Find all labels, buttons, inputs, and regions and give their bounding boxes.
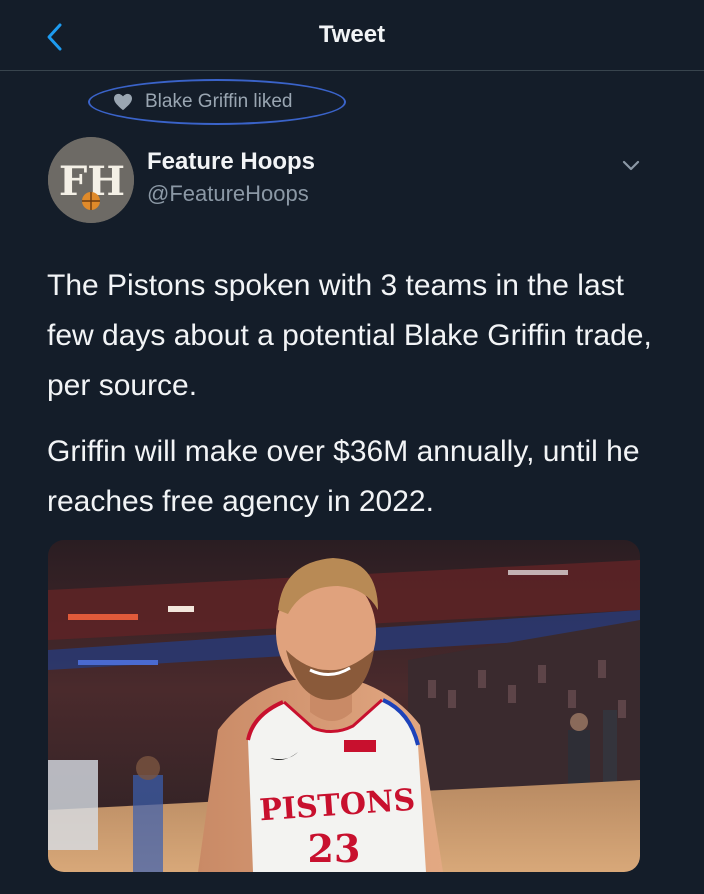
avatar[interactable]: FH bbox=[48, 137, 134, 223]
feature-hoops-logo: FH bbox=[48, 137, 134, 223]
tweet-paragraph: The Pistons spoken with 3 teams in the l… bbox=[47, 269, 652, 402]
social-context-text: Blake Griffin liked bbox=[145, 91, 293, 112]
tweet-photo[interactable]: PISTONS 23 bbox=[48, 540, 640, 872]
author-name[interactable]: Feature Hoops bbox=[147, 148, 315, 176]
chevron-down-icon[interactable] bbox=[618, 152, 644, 178]
jersey-number: 23 bbox=[308, 826, 361, 871]
heart-icon bbox=[114, 93, 132, 111]
page-title: Tweet bbox=[318, 21, 386, 48]
tweet-paragraph: Griffin will make over $36M annually, un… bbox=[47, 435, 640, 518]
player-photo: PISTONS 23 bbox=[48, 540, 640, 872]
top-bar: Tweet bbox=[0, 0, 704, 70]
author-handle[interactable]: @FeatureHoops bbox=[147, 181, 309, 207]
social-context: Blake Griffin liked bbox=[113, 91, 293, 113]
header-divider bbox=[0, 70, 704, 71]
